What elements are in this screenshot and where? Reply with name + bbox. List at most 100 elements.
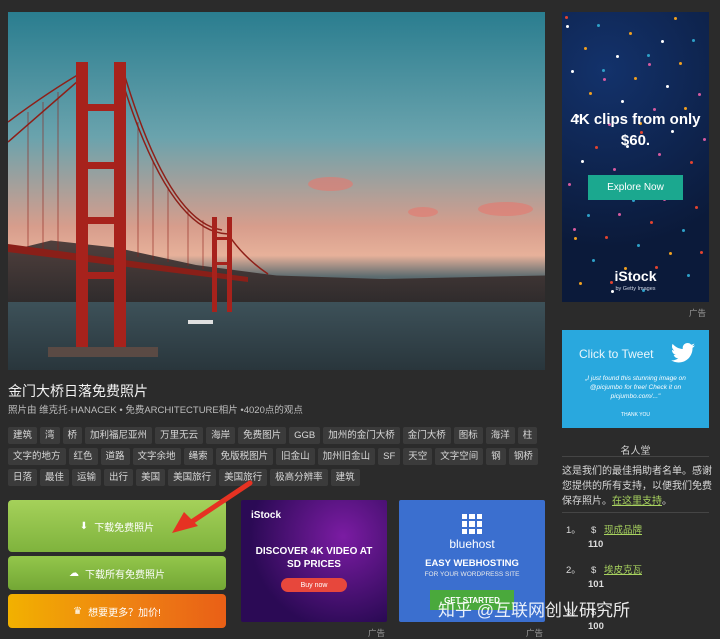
istock-4k-ad[interactable]: 4K clips from only $60. Explore Now iSto… xyxy=(562,12,709,302)
hall-of-fame-title: 名人堂 xyxy=(620,446,651,457)
tag-chip[interactable]: 万里无云 xyxy=(155,427,204,444)
tag-chip[interactable]: 免版税图片 xyxy=(215,448,274,465)
tag-chip[interactable]: 运输 xyxy=(72,469,102,486)
click-to-tweet-box[interactable]: Click to Tweet „I just found this stunni… xyxy=(562,330,709,428)
tag-list: 建筑湾桥加利福尼亚州 万里无云 海岸 免费图片 GGB 加州的金门大桥 金门大桥 图标 海洋柱文… xyxy=(8,427,548,486)
tag-chip[interactable]: 最佳 xyxy=(40,469,70,486)
tag-chip[interactable]: 红色 xyxy=(68,448,98,465)
sparkle-dot xyxy=(589,92,592,95)
support-link[interactable]: 在这里支持 xyxy=(612,496,662,507)
sparkle-dot xyxy=(571,70,574,73)
divider xyxy=(562,456,709,457)
thank-you-text: THANK YOU xyxy=(620,412,651,418)
explore-now-button[interactable]: Explore Now xyxy=(588,175,683,200)
tag-chip[interactable]: 天空 xyxy=(403,448,433,465)
sparkle-dot xyxy=(629,32,632,35)
sparkle-dot xyxy=(682,229,685,232)
tag-chip[interactable]: 图标 xyxy=(453,427,483,444)
sparkle-dot xyxy=(647,54,650,57)
ad-label: 广告 xyxy=(368,628,386,638)
tag-chip[interactable]: 钢 xyxy=(486,448,506,465)
tag-chip[interactable]: 日落 xyxy=(8,469,38,486)
sparkle-dot xyxy=(690,161,693,164)
photo-meta: 照片由 维克托·HANACEK • 免费ARCHITECTURE相片 •4020… xyxy=(8,405,303,416)
tag-chip[interactable]: 绳索 xyxy=(183,448,213,465)
ad-label: 广告 xyxy=(526,628,544,638)
donor-rank: 2。 xyxy=(566,565,581,576)
donor-name-link[interactable]: 埃皮克瓦 xyxy=(604,565,642,576)
sparkle-dot xyxy=(621,100,624,103)
sparkle-dot xyxy=(613,168,616,171)
sparkle-dot xyxy=(698,93,701,96)
donor-rank: 1。 xyxy=(566,525,581,536)
donor-currency: $ xyxy=(591,565,597,576)
sparkle-dot xyxy=(597,24,600,27)
tag-chip[interactable]: 桥 xyxy=(62,427,83,444)
tag-chip[interactable]: 出行 xyxy=(104,469,134,486)
sparkle-dot xyxy=(650,221,653,224)
sparkle-dot xyxy=(634,77,637,80)
tag-chip[interactable]: 加州旧金山 xyxy=(317,448,376,465)
tweet-title: Click to Tweet xyxy=(579,347,654,361)
tweet-quote: „I just found this stunning image on @pi… xyxy=(585,375,686,400)
tag-chip[interactable]: 钢桥 xyxy=(508,448,538,465)
sparkle-dot xyxy=(695,206,698,209)
premium-button[interactable]: ♛ 想要更多？加价! xyxy=(8,594,226,628)
donor-name-link[interactable]: 现成品牌 xyxy=(604,525,642,536)
tag-chip[interactable]: 湾 xyxy=(40,427,60,444)
tag-chip[interactable]: 建筑 xyxy=(8,427,38,444)
hall-punctuation: 。 xyxy=(662,496,672,507)
tag-chip[interactable]: 柱 xyxy=(517,427,538,444)
hall-of-fame-text: 这是我们的最佳捐助者名单。感谢您提供的所有支持，以便我们免费保存照片。在这里支持… xyxy=(562,464,712,509)
tag-chip[interactable]: 文字余地 xyxy=(132,448,181,465)
download-all-label: 下载所有免费照片 xyxy=(85,569,165,581)
sparkle-dot xyxy=(584,47,587,50)
premium-label: 想要更多？加价! xyxy=(88,607,161,619)
sparkle-dot xyxy=(581,160,584,163)
tag-chip[interactable]: 极高分辨率 xyxy=(270,469,328,486)
tag-chip[interactable]: 美国 xyxy=(136,469,166,486)
tag-chip[interactable]: 道路 xyxy=(100,448,130,465)
buy-now-button[interactable]: Buy now xyxy=(281,578,347,592)
sparkle-dot xyxy=(603,78,606,81)
tag-chip[interactable]: 加利福尼亚州 xyxy=(85,427,153,444)
istock-logo: iStock xyxy=(614,268,657,284)
istock-video-ad[interactable]: iStock DISCOVER 4K VIDEO AT SD PRICES Bu… xyxy=(241,500,387,622)
donor-item: 2。 $ 埃皮克瓦 101 xyxy=(566,562,706,590)
tag-chip[interactable]: 加州的金门大桥 xyxy=(323,427,400,444)
istock-logo: iStock xyxy=(251,510,282,521)
tag-chip[interactable]: SF xyxy=(378,448,401,465)
sparkle-dot xyxy=(637,244,640,247)
download-icon: ⬇ xyxy=(79,520,89,532)
donor-amount: 101 xyxy=(588,579,604,590)
sparkle-dot xyxy=(648,63,651,66)
sparkle-dot xyxy=(602,69,605,72)
hero-photo[interactable] xyxy=(8,12,545,370)
twitter-icon xyxy=(671,343,695,363)
sparkle-dot xyxy=(658,153,661,156)
sparkle-dot xyxy=(700,251,703,254)
tag-chip[interactable]: 建筑 xyxy=(330,469,360,486)
sparkle-dot xyxy=(565,16,568,19)
sparkle-dot xyxy=(587,214,590,217)
crown-icon: ♛ xyxy=(73,605,83,617)
tag-chip[interactable]: 文字的地方 xyxy=(8,448,66,465)
tag-chip[interactable]: GGB xyxy=(289,427,321,444)
download-all-button[interactable]: ☁ 下载所有免费照片 xyxy=(8,556,226,590)
donor-amount: 100 xyxy=(588,621,604,632)
tag-chip[interactable]: 海岸 xyxy=(206,427,236,444)
photo-title: 金门大桥日落免费照片 xyxy=(8,383,148,399)
tag-chip[interactable]: 海洋 xyxy=(485,427,515,444)
divider xyxy=(562,512,709,513)
sparkle-dot xyxy=(574,237,577,240)
istock-ad-headline: DISCOVER 4K VIDEO AT SD PRICES xyxy=(255,546,373,570)
bluehost-subheadline: FOR YOUR WORDPRESS SITE xyxy=(424,571,520,578)
tag-chip[interactable]: 文字空间 xyxy=(435,448,484,465)
tag-chip[interactable]: 旧金山 xyxy=(276,448,315,465)
bridge-illustration xyxy=(8,62,269,357)
getty-label: by Getty Images xyxy=(615,286,656,292)
tag-chip[interactable]: 金门大桥 xyxy=(402,427,451,444)
tag-chip[interactable]: 免费图片 xyxy=(238,427,287,444)
sparkle-dot xyxy=(616,55,619,58)
sparkle-dot xyxy=(666,85,669,88)
